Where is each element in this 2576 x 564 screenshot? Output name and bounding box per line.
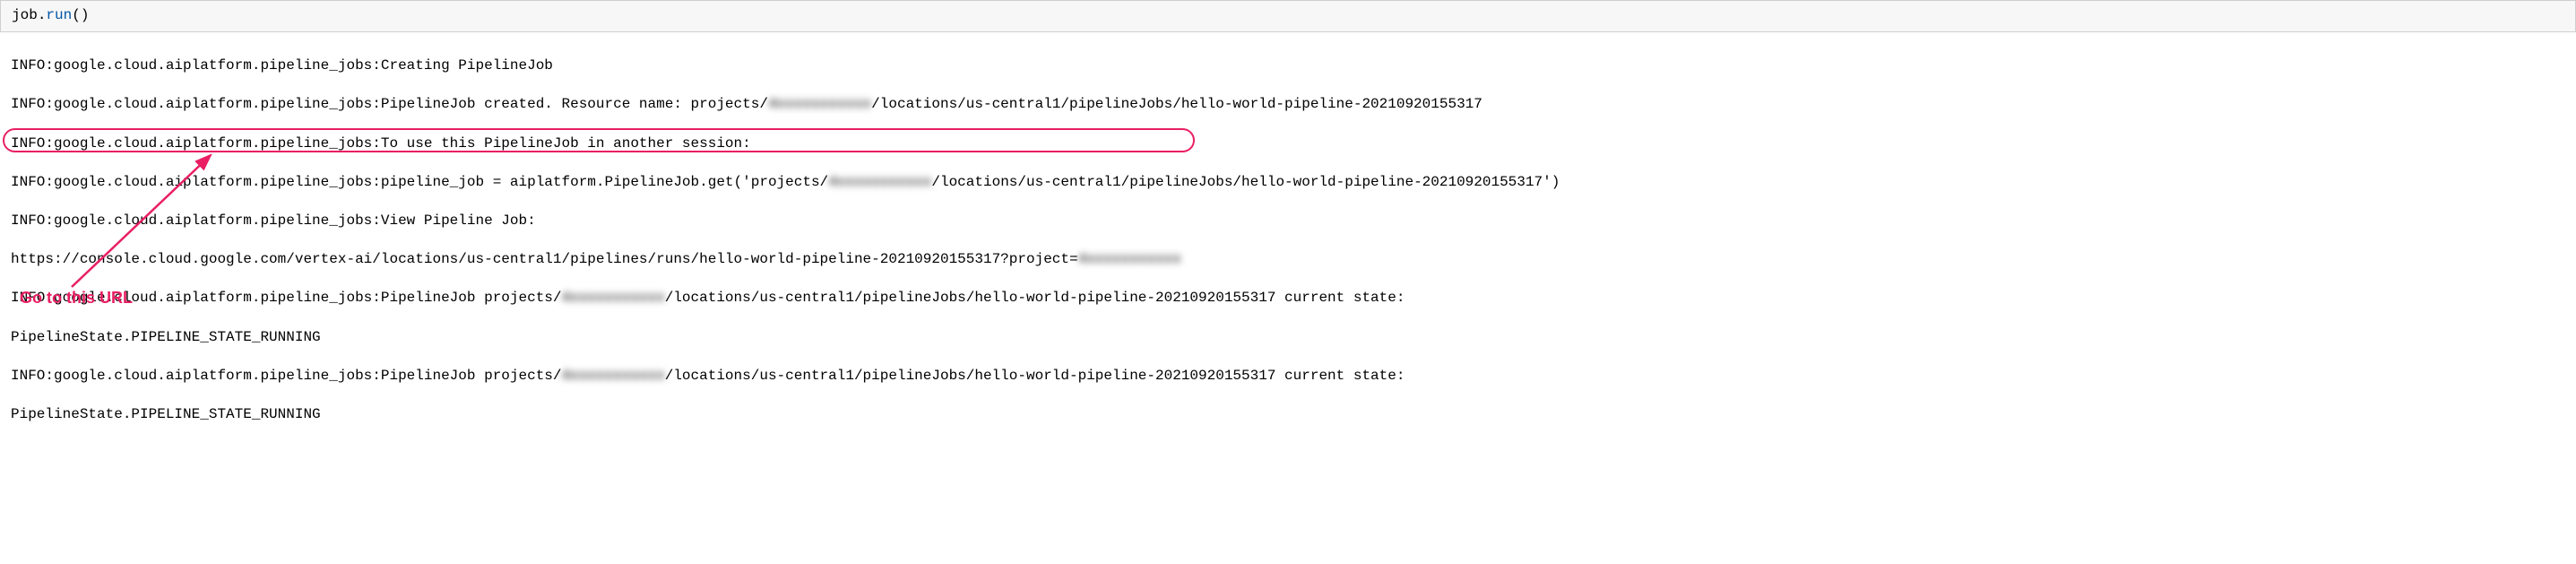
log-line: PipelineState.PIPELINE_STATE_RUNNING [11, 405, 2565, 425]
log-prefix: INFO:google.cloud.aiplatform.pipeline_jo… [11, 174, 828, 190]
log-line: INFO:google.cloud.aiplatform.pipeline_jo… [11, 212, 2565, 231]
redacted-project-id: 4xxxxxxxxxxx [1078, 251, 1181, 267]
annotation-label: Go to this URL [20, 287, 133, 308]
code-parens: () [72, 7, 89, 23]
code-cell: job.run() [0, 0, 2576, 32]
log-line: INFO:google.cloud.aiplatform.pipeline_jo… [11, 134, 2565, 154]
redacted-project-id: 4xxxxxxxxxxx [768, 96, 871, 112]
redacted-project-id: 4xxxxxxxxxxx [828, 174, 931, 190]
log-prefix: INFO:google.cloud.aiplatform.pipeline_jo… [11, 368, 562, 384]
console-url[interactable]: https://console.cloud.google.com/vertex-… [11, 251, 1078, 267]
redacted-project-id: 4xxxxxxxxxxx [562, 368, 665, 384]
code-method: run [46, 7, 72, 23]
log-line-url: https://console.cloud.google.com/vertex-… [11, 250, 2565, 270]
code-dot: . [38, 7, 47, 23]
code-object: job [12, 7, 38, 23]
log-line: INFO:google.cloud.aiplatform.pipeline_jo… [11, 367, 2565, 386]
log-line: INFO:google.cloud.aiplatform.pipeline_jo… [11, 95, 2565, 115]
redacted-project-id: 4xxxxxxxxxxx [562, 290, 665, 306]
log-line: PipelineState.PIPELINE_STATE_RUNNING [11, 328, 2565, 348]
log-suffix: /locations/us-central1/pipelineJobs/hell… [931, 174, 1560, 190]
log-suffix: /locations/us-central1/pipelineJobs/hell… [665, 368, 1405, 384]
log-line: INFO:google.cloud.aiplatform.pipeline_jo… [11, 56, 2565, 76]
log-suffix: /locations/us-central1/pipelineJobs/hell… [871, 96, 1482, 112]
log-suffix: /locations/us-central1/pipelineJobs/hell… [665, 290, 1405, 306]
log-line: INFO:google.cloud.aiplatform.pipeline_jo… [11, 289, 2565, 308]
output-area: INFO:google.cloud.aiplatform.pipeline_jo… [0, 36, 2576, 564]
log-prefix: INFO:google.cloud.aiplatform.pipeline_jo… [11, 96, 768, 112]
code-line: job.run() [12, 6, 2564, 26]
log-line: INFO:google.cloud.aiplatform.pipeline_jo… [11, 173, 2565, 193]
